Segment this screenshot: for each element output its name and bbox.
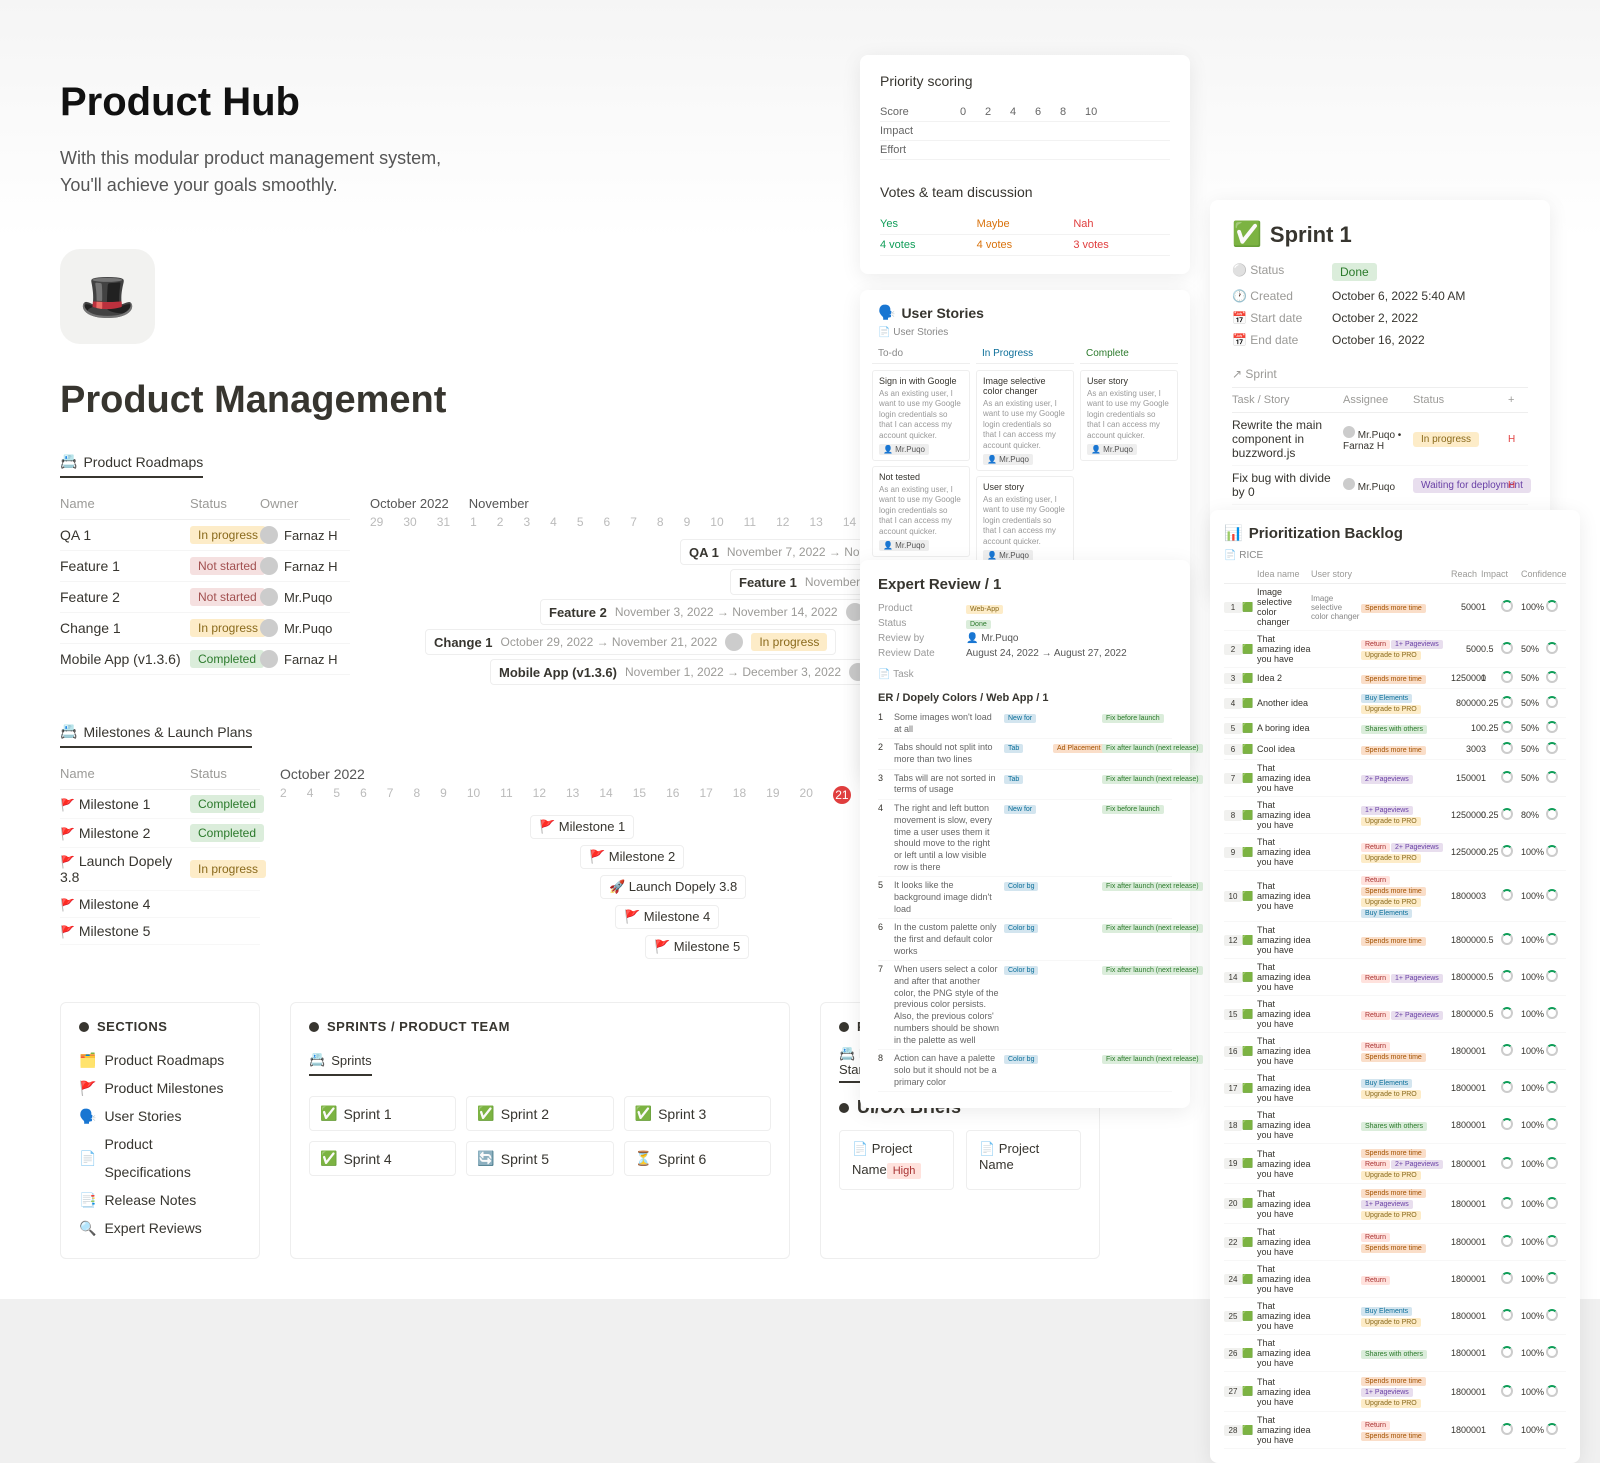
- milestone-bar[interactable]: 🚩 Milestone 2: [580, 845, 684, 869]
- backlog-row[interactable]: 10🟩That amazing idea you haveReturnSpend…: [1224, 871, 1566, 922]
- milestone-row[interactable]: 🚩 Milestone 5: [60, 918, 260, 945]
- milestones-tab[interactable]: 📇 Milestones & Launch Plans: [60, 717, 252, 748]
- expert-task-row[interactable]: 7When users select a color and after tha…: [878, 961, 1172, 1050]
- sprint-card[interactable]: 🔄Sprint 5: [466, 1141, 613, 1176]
- backlog-row[interactable]: 28🟩That amazing idea you haveReturnSpend…: [1224, 1412, 1566, 1449]
- backlog-row[interactable]: 24🟩That amazing idea you haveReturn18000…: [1224, 1261, 1566, 1298]
- backlog-row[interactable]: 12🟩That amazing idea you haveSpends more…: [1224, 922, 1566, 959]
- sprint-card[interactable]: ✅Sprint 4: [309, 1141, 456, 1176]
- col-name: Name: [60, 496, 190, 511]
- roadmap-row[interactable]: QA 1In progressFarnaz H: [60, 520, 350, 551]
- sprint-card[interactable]: ✅Sprint 2: [466, 1096, 613, 1131]
- sprints-tab[interactable]: 📇 Sprints: [309, 1046, 372, 1076]
- brief-card[interactable]: 📄 Project NameHigh: [839, 1130, 954, 1190]
- expert-task-row[interactable]: 5It looks like the background image didn…: [878, 877, 1172, 919]
- backlog-card: 📊 Prioritization Backlog 📄 RICE Idea nam…: [1210, 510, 1580, 1463]
- user-story-card[interactable]: Not testedAs an existing user, I want to…: [872, 466, 970, 557]
- app-icon: 🎩: [60, 249, 155, 344]
- roadmap-row[interactable]: Feature 1Not startedFarnaz H: [60, 551, 350, 582]
- sprints-panel: SPRINTS / PRODUCT TEAM 📇 Sprints ✅Sprint…: [290, 1002, 790, 1259]
- backlog-row[interactable]: 22🟩That amazing idea you haveReturnSpend…: [1224, 1224, 1566, 1261]
- backlog-row[interactable]: 26🟩That amazing idea you haveShares with…: [1224, 1335, 1566, 1372]
- section-item[interactable]: 📑Release Notes: [79, 1186, 241, 1214]
- section-item[interactable]: 🗂️Product Roadmaps: [79, 1046, 241, 1074]
- milestone-bar[interactable]: 🚩 Milestone 5: [645, 935, 749, 959]
- backlog-row[interactable]: 2🟩That amazing idea you haveReturn1+ Pag…: [1224, 631, 1566, 668]
- gantt-bar[interactable]: Change 1 October 29, 2022 → November 21,…: [425, 629, 836, 655]
- expert-task-row[interactable]: 8Action can have a palette solo but it s…: [878, 1050, 1172, 1092]
- backlog-row[interactable]: 4🟩Another ideaBuy ElementsUpgrade to PRO…: [1224, 689, 1566, 718]
- backlog-row[interactable]: 6🟩Cool ideaSpends more time300350%: [1224, 739, 1566, 760]
- user-story-card[interactable]: Image selective color changerAs an exist…: [976, 370, 1074, 471]
- roadmap-row[interactable]: Feature 2Not startedMr.Puqo: [60, 582, 350, 613]
- backlog-row[interactable]: 9🟩That amazing idea you haveReturn2+ Pag…: [1224, 834, 1566, 871]
- backlog-row[interactable]: 1🟩Image selective color changerImage sel…: [1224, 584, 1566, 631]
- hero-sub2: You'll achieve your goals smoothly.: [60, 172, 1540, 199]
- col-status: Status: [190, 496, 260, 511]
- backlog-row[interactable]: 18🟩That amazing idea you haveShares with…: [1224, 1107, 1566, 1144]
- expert-task-row[interactable]: 3Tabs will are not sorted in terms of us…: [878, 770, 1172, 800]
- backlog-row[interactable]: 5🟩A boring ideaShares with others100.255…: [1224, 718, 1566, 739]
- roadmap-row[interactable]: Mobile App (v1.3.6)CompletedFarnaz H: [60, 644, 350, 675]
- section-item[interactable]: 🚩Product Milestones: [79, 1074, 241, 1102]
- sprint-card[interactable]: ✅Sprint 1: [309, 1096, 456, 1131]
- backlog-row[interactable]: 27🟩That amazing idea you haveSpends more…: [1224, 1372, 1566, 1412]
- backlog-row[interactable]: 17🟩That amazing idea you haveBuy Element…: [1224, 1070, 1566, 1107]
- backlog-row[interactable]: 7🟩That amazing idea you have2+ Pageviews…: [1224, 760, 1566, 797]
- user-story-card[interactable]: Sign in with GoogleAs an existing user, …: [872, 370, 970, 461]
- section-item[interactable]: 📄Product Specifications: [79, 1130, 241, 1186]
- sections-panel: SECTIONS 🗂️Product Roadmaps🚩Product Mile…: [60, 1002, 260, 1259]
- hero-title: Product Hub: [60, 80, 1540, 125]
- backlog-row[interactable]: 16🟩That amazing idea you haveReturnSpend…: [1224, 1033, 1566, 1070]
- milestone-bar[interactable]: 🚩 Milestone 4: [615, 905, 719, 929]
- user-story-card[interactable]: User storyAs an existing user, I want to…: [976, 476, 1074, 567]
- backlog-row[interactable]: 19🟩That amazing idea you haveSpends more…: [1224, 1144, 1566, 1184]
- backlog-row[interactable]: 15🟩That amazing idea you haveReturn2+ Pa…: [1224, 996, 1566, 1033]
- expert-task-row[interactable]: 4The right and left button movement is s…: [878, 800, 1172, 877]
- backlog-row[interactable]: 25🟩That amazing idea you haveBuy Element…: [1224, 1298, 1566, 1335]
- brief-card[interactable]: 📄 Project Name: [966, 1130, 1081, 1190]
- section-item[interactable]: 🗣️User Stories: [79, 1102, 241, 1130]
- milestone-row[interactable]: 🚩 Launch Dopely 3.8In progress: [60, 848, 260, 891]
- sprint-card[interactable]: ✅Sprint 3: [624, 1096, 771, 1131]
- milestone-row[interactable]: 🚩 Milestone 4: [60, 891, 260, 918]
- hero-sub1: With this modular product management sys…: [60, 145, 1540, 172]
- milestone-bar[interactable]: 🚩 Milestone 1: [530, 815, 634, 839]
- roadmaps-tab[interactable]: 📇 Product Roadmaps: [60, 447, 203, 478]
- milestone-row[interactable]: 🚩 Milestone 2Completed: [60, 819, 260, 848]
- sprint-task-row[interactable]: Rewrite the main component in buzzword.j…: [1232, 413, 1528, 466]
- sprint-task-row[interactable]: Fix bug with divide by 0 Mr.PuqoWaiting …: [1232, 466, 1528, 505]
- section-item[interactable]: 🔍Expert Reviews: [79, 1214, 241, 1242]
- expert-task-row[interactable]: 1Some images won't load at allNew forFix…: [878, 709, 1172, 739]
- expert-task-row[interactable]: 2Tabs should not split into more than tw…: [878, 739, 1172, 769]
- col-owner: Owner: [260, 496, 350, 511]
- user-story-card[interactable]: User storyAs an existing user, I want to…: [1080, 370, 1178, 461]
- expert-review-card: Expert Review / 1 ProductWeb-App StatusD…: [860, 560, 1190, 1108]
- backlog-row[interactable]: 8🟩That amazing idea you have1+ Pageviews…: [1224, 797, 1566, 834]
- sprint-card[interactable]: ⏳Sprint 6: [624, 1141, 771, 1176]
- backlog-row[interactable]: 14🟩That amazing idea you haveReturn1+ Pa…: [1224, 959, 1566, 996]
- priority-scoring-card: Priority scoring Score0246810 Impact Eff…: [860, 55, 1190, 274]
- roadmap-row[interactable]: Change 1In progressMr.Puqo: [60, 613, 350, 644]
- backlog-row[interactable]: 20🟩That amazing idea you haveSpends more…: [1224, 1184, 1566, 1224]
- backlog-row[interactable]: 3🟩Idea 2Spends more time1250000150%: [1224, 668, 1566, 689]
- expert-task-row[interactable]: 6In the custom palette only the first an…: [878, 919, 1172, 961]
- milestone-bar[interactable]: 🚀 Launch Dopely 3.8: [600, 875, 746, 899]
- milestone-row[interactable]: 🚩 Milestone 1Completed: [60, 790, 260, 819]
